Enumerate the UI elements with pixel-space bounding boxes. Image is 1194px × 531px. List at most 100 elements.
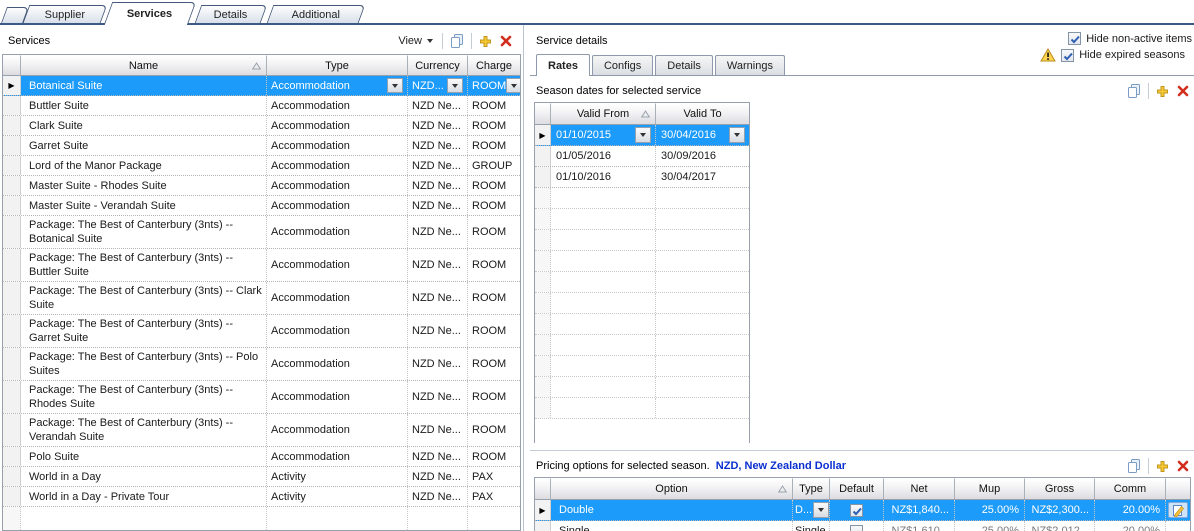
column-header-valid-to[interactable]: Valid To: [656, 103, 749, 124]
row-gutter[interactable]: ▶: [535, 125, 551, 145]
type-dropdown[interactable]: [387, 78, 403, 93]
copy-icon[interactable]: [1126, 458, 1142, 474]
hide-expired-checkbox[interactable]: [1061, 49, 1074, 62]
table-row[interactable]: Package: The Best of Canterbury (3nts) -…: [3, 249, 520, 282]
chevron-down-icon: [511, 84, 517, 88]
row-gutter[interactable]: [3, 315, 21, 347]
table-row[interactable]: World in a DayActivityNZD Ne...PAX: [3, 467, 520, 487]
row-gutter[interactable]: [3, 96, 21, 115]
column-header-gross[interactable]: Gross: [1025, 478, 1095, 499]
row-gutter[interactable]: [3, 447, 21, 466]
table-row[interactable]: Master Suite - Rhodes SuiteAccommodation…: [3, 176, 520, 196]
tab-additional[interactable]: Additional: [267, 5, 366, 23]
column-header-comm[interactable]: Comm: [1095, 478, 1166, 499]
season-row[interactable]: 01/10/201630/04/2017: [535, 167, 749, 188]
season-row[interactable]: 01/05/201630/09/2016: [535, 146, 749, 167]
table-row[interactable]: Package: The Best of Canterbury (3nts) -…: [3, 315, 520, 348]
delete-icon[interactable]: [1176, 84, 1190, 98]
column-header-charge[interactable]: Charge: [468, 55, 520, 75]
row-gutter[interactable]: [3, 116, 21, 135]
row-gutter[interactable]: [3, 136, 21, 155]
table-row[interactable]: World in a Day - Private TourActivityNZD…: [3, 487, 520, 507]
row-gutter[interactable]: [3, 381, 21, 413]
table-row[interactable]: Package: The Best of Canterbury (3nts) -…: [3, 414, 520, 447]
column-header-net[interactable]: Net: [884, 478, 955, 499]
row-gutter[interactable]: [3, 249, 21, 281]
table-row[interactable]: Package: The Best of Canterbury (3nts) -…: [3, 348, 520, 381]
column-header-default[interactable]: Default: [830, 478, 884, 499]
row-gutter[interactable]: [3, 216, 21, 248]
row-gutter: [535, 398, 551, 418]
empty-row: [535, 335, 749, 356]
row-gutter[interactable]: [535, 146, 551, 166]
delete-icon[interactable]: [1176, 459, 1190, 473]
add-icon[interactable]: [1155, 459, 1170, 474]
details-tab-bar: Rates Configs Details Warnings: [536, 53, 787, 75]
table-row[interactable]: Clark SuiteAccommodationNZD Ne...ROOM: [3, 116, 520, 136]
empty-row: [535, 377, 749, 398]
cell-option: Double: [551, 500, 793, 520]
row-gutter[interactable]: [3, 487, 21, 506]
default-checkbox[interactable]: [850, 525, 863, 531]
tab-configs[interactable]: Configs: [592, 55, 653, 75]
add-icon[interactable]: [1155, 84, 1170, 99]
cell-net: NZ$1,610...: [884, 521, 955, 531]
row-gutter[interactable]: [3, 156, 21, 175]
table-row[interactable]: Lord of the Manor PackageAccommodationNZ…: [3, 156, 520, 176]
pricing-row[interactable]: ▶DoubleD...NZ$1,840...25.00%NZ$2,300...2…: [535, 500, 1190, 521]
copy-icon[interactable]: [1126, 83, 1142, 99]
column-header-valid-from[interactable]: Valid From: [551, 103, 656, 124]
chevron-down-icon: [427, 39, 433, 43]
tab-details[interactable]: Details: [195, 5, 268, 23]
row-gutter[interactable]: [535, 521, 551, 531]
row-gutter[interactable]: [3, 176, 21, 195]
empty-row: [535, 293, 749, 314]
edit-icon[interactable]: [1168, 502, 1188, 518]
valid-from-dropdown[interactable]: [635, 127, 651, 143]
row-gutter[interactable]: [3, 348, 21, 380]
season-row[interactable]: ▶01/10/201530/04/2016: [535, 125, 749, 146]
default-checkbox[interactable]: [850, 504, 863, 517]
pricing-row[interactable]: SingleSingleNZ$1,610...25.00%NZ$2,012...…: [535, 521, 1190, 531]
tab-details-sub[interactable]: Details: [655, 55, 713, 75]
currency-dropdown[interactable]: [447, 78, 463, 93]
row-gutter[interactable]: [3, 196, 21, 215]
table-row[interactable]: Master Suite - Verandah SuiteAccommodati…: [3, 196, 520, 216]
table-row[interactable]: ▶Botanical SuiteAccommodationNZD...ROOM: [3, 76, 520, 96]
add-icon[interactable]: [478, 34, 493, 49]
season-grid-body: ▶01/10/201530/04/201601/05/201630/09/201…: [535, 125, 749, 419]
column-header-type[interactable]: Type: [793, 478, 830, 499]
column-header-type[interactable]: Type: [267, 55, 408, 75]
charge-dropdown[interactable]: [506, 78, 520, 93]
table-row[interactable]: Package: The Best of Canterbury (3nts) -…: [3, 381, 520, 414]
chevron-down-icon: [392, 84, 398, 88]
column-header-name[interactable]: Name: [21, 55, 267, 75]
cell-charge: PAX: [468, 467, 520, 486]
row-gutter[interactable]: ▶: [535, 500, 551, 520]
price-type-dropdown[interactable]: [813, 502, 829, 518]
copy-icon[interactable]: [449, 33, 465, 49]
table-row[interactable]: Garret SuiteAccommodationNZD Ne...ROOM: [3, 136, 520, 156]
hide-non-active-checkbox[interactable]: [1068, 32, 1081, 45]
row-gutter[interactable]: [3, 467, 21, 486]
tab-services[interactable]: Services: [104, 2, 196, 25]
row-gutter[interactable]: ▶: [3, 76, 21, 95]
cell-currency: NZD Ne...: [408, 116, 468, 135]
table-row[interactable]: Buttler SuiteAccommodationNZD Ne...ROOM: [3, 96, 520, 116]
tab-rates[interactable]: Rates: [536, 54, 590, 76]
column-header-currency[interactable]: Currency: [408, 55, 468, 75]
row-gutter[interactable]: [3, 282, 21, 314]
delete-icon[interactable]: [499, 34, 513, 48]
tab-warnings[interactable]: Warnings: [715, 55, 785, 75]
view-dropdown-button[interactable]: View: [395, 35, 436, 47]
table-row[interactable]: Package: The Best of Canterbury (3nts) -…: [3, 282, 520, 315]
table-row[interactable]: Polo SuiteAccommodationNZD Ne...ROOM: [3, 447, 520, 467]
table-row[interactable]: Package: The Best of Canterbury (3nts) -…: [3, 216, 520, 249]
tab-supplier[interactable]: Supplier: [23, 5, 108, 23]
row-gutter[interactable]: [3, 414, 21, 446]
column-header-mup[interactable]: Mup: [955, 478, 1025, 499]
empty-row: [535, 398, 749, 419]
row-gutter[interactable]: [535, 167, 551, 187]
valid-to-dropdown[interactable]: [729, 127, 745, 143]
column-header-option[interactable]: Option: [551, 478, 793, 499]
